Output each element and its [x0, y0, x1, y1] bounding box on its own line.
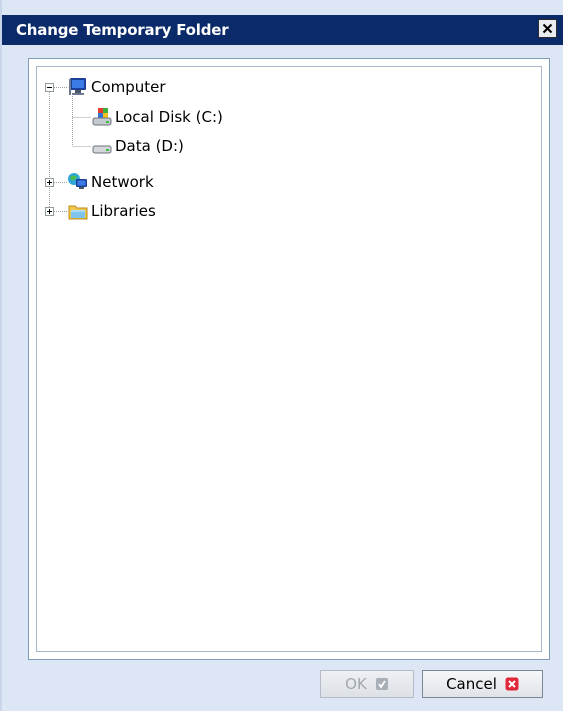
- computer-icon: [69, 78, 86, 95]
- tree-node-label: Computer: [91, 78, 166, 96]
- tree-node-data-drive[interactable]: Data (D:): [91, 134, 184, 158]
- tree-node-label: Libraries: [91, 202, 156, 220]
- tree-node-network[interactable]: Network: [67, 170, 154, 194]
- folder-tree-panel[interactable]: Computer Local Disk (C:) Data (D:) Netwo…: [36, 66, 542, 652]
- tree-node-label: Local Disk (C:): [115, 108, 223, 126]
- dialog-title: Change Temporary Folder: [16, 21, 229, 39]
- libraries-expand-toggle[interactable]: [45, 207, 54, 216]
- plus-icon: [47, 180, 52, 185]
- tree-node-label: Network: [91, 173, 154, 191]
- checkmark-icon: [375, 678, 388, 690]
- tree-node-label: Data (D:): [115, 137, 184, 155]
- ok-button-label: OK: [345, 675, 367, 693]
- ok-button[interactable]: OK: [320, 670, 414, 698]
- close-icon: [542, 23, 553, 34]
- minus-icon: [47, 87, 52, 88]
- title-bar: Change Temporary Folder: [2, 15, 563, 45]
- close-button[interactable]: [538, 19, 557, 38]
- tree-node-computer[interactable]: Computer: [67, 75, 166, 99]
- cancel-button[interactable]: Cancel: [422, 670, 543, 698]
- libraries-folder-icon: [68, 205, 88, 220]
- network-expand-toggle[interactable]: [45, 178, 54, 187]
- drive-icon: [92, 145, 112, 154]
- tree-node-libraries[interactable]: Libraries: [67, 199, 156, 223]
- change-temporary-folder-dialog: Change Temporary Folder Computer Local D…: [0, 0, 563, 711]
- plus-icon: [47, 209, 52, 214]
- tree-node-local-disk[interactable]: Local Disk (C:): [91, 105, 223, 129]
- cancel-button-label: Cancel: [446, 675, 497, 693]
- local-disk-icon: [92, 108, 112, 126]
- network-icon: [68, 173, 87, 189]
- cancel-x-icon: [505, 677, 519, 691]
- computer-collapse-toggle[interactable]: [45, 83, 54, 92]
- folder-tree-view[interactable]: Computer Local Disk (C:) Data (D:) Netwo…: [28, 58, 550, 660]
